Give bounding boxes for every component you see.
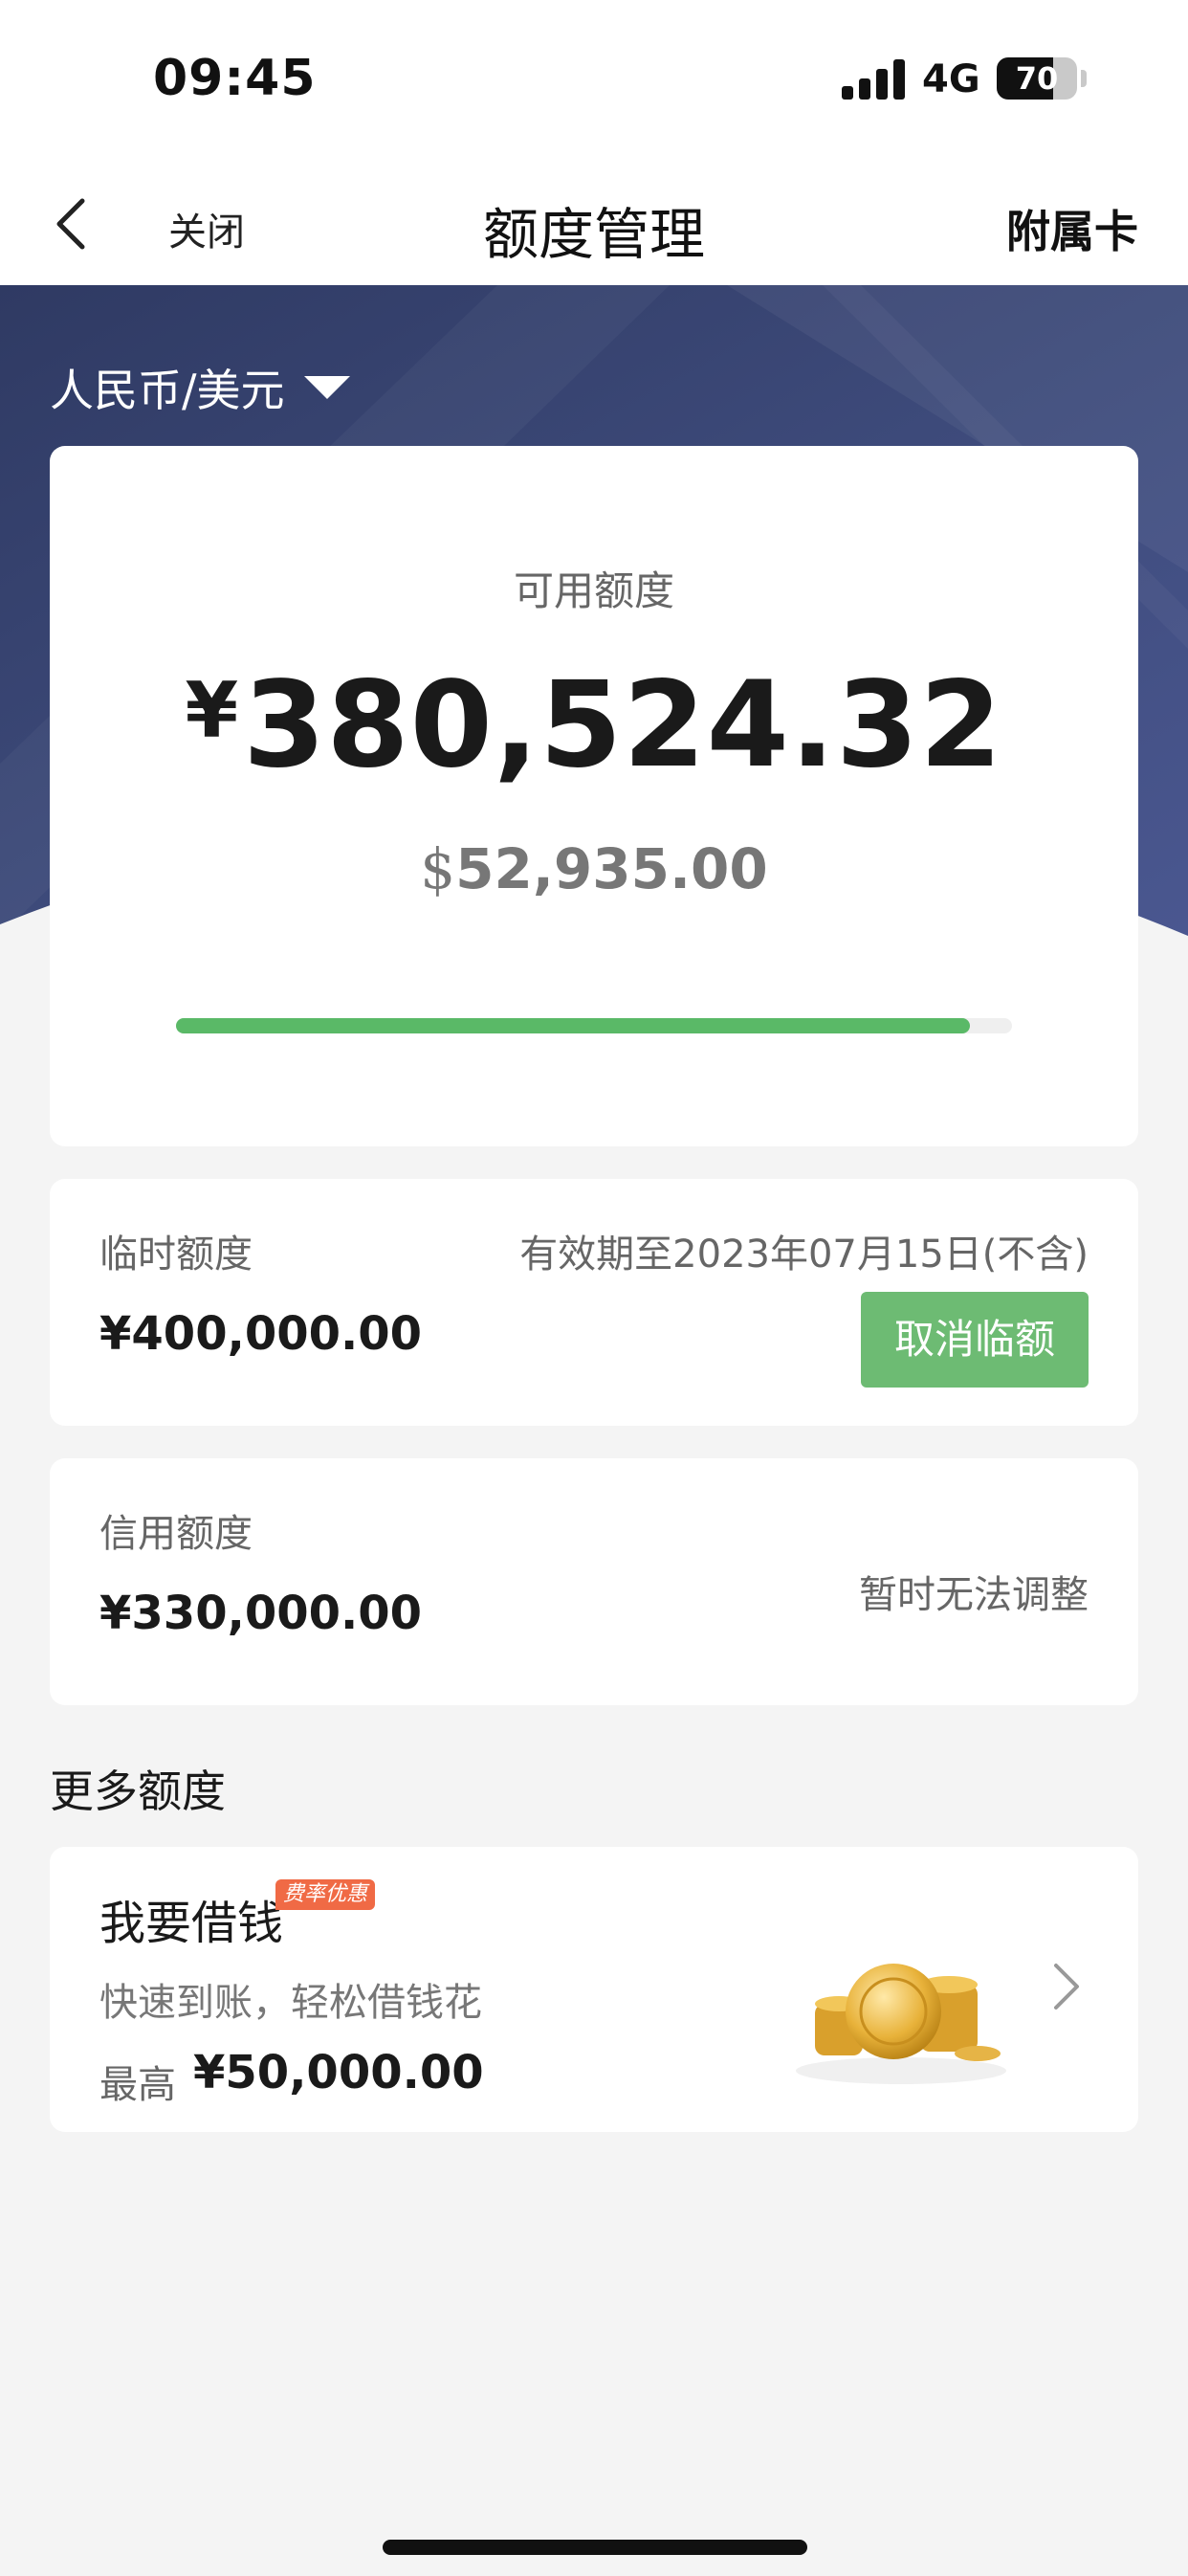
loan-max-label: 最高 bbox=[99, 2063, 176, 2107]
loan-subtitle: 快速到账，轻松借钱花 bbox=[99, 1981, 482, 2025]
battery-tip bbox=[1081, 70, 1087, 87]
chevron-right-icon bbox=[1054, 1964, 1079, 2010]
home-indicator[interactable] bbox=[383, 2540, 807, 2555]
credit-limit-card: 信用额度 ¥330,000.00 暂时无法调整 bbox=[50, 1458, 1138, 1705]
battery-icon: 70 bbox=[997, 57, 1077, 100]
temporary-limit-card: 临时额度 有效期至2023年07月15日(不含) ¥400,000.00 取消临… bbox=[50, 1179, 1138, 1426]
credit-limit-note: 暂时无法调整 bbox=[859, 1573, 1089, 1617]
temporary-limit-amount: ¥400,000.00 bbox=[99, 1307, 423, 1361]
usd-symbol: $ bbox=[420, 836, 456, 901]
screen: 09:45 4G 70 关闭 额度管理 附属卡 人民币/美元 可用额度 ¥380… bbox=[0, 0, 1188, 2576]
credit-limit-amount: ¥330,000.00 bbox=[99, 1587, 423, 1640]
usd-amount: 52,935.00 bbox=[455, 836, 768, 901]
available-limit-card: 可用额度 ¥380,524.32 $52,935.00 bbox=[50, 446, 1138, 1146]
more-limits-title: 更多额度 bbox=[50, 1765, 226, 1817]
status-bar: 09:45 4G 70 bbox=[0, 0, 1188, 163]
network-type: 4G bbox=[922, 57, 980, 101]
gold-coins-icon bbox=[796, 1964, 1006, 2084]
loan-card[interactable]: 我要借钱 费率优惠 快速到账，轻松借钱花 最高 ¥50,000.00 bbox=[50, 1847, 1138, 2132]
triangle-down-icon bbox=[303, 376, 350, 399]
cny-amount: 380,524.32 bbox=[243, 656, 1003, 794]
status-time: 09:45 bbox=[153, 50, 317, 107]
supplementary-card-button[interactable]: 附属卡 bbox=[1006, 197, 1138, 260]
loan-max-amount: ¥50,000.00 bbox=[193, 2046, 484, 2099]
nav-bar: 关闭 额度管理 附属卡 bbox=[0, 163, 1188, 285]
currency-selector[interactable]: 人民币/美元 bbox=[50, 356, 350, 419]
limit-progress-bar bbox=[176, 1018, 1012, 1033]
loan-badge: 费率优惠 bbox=[275, 1879, 376, 1910]
temporary-limit-validity: 有效期至2023年07月15日(不含) bbox=[519, 1232, 1089, 1277]
loan-title: 我要借钱 bbox=[99, 1897, 284, 1950]
battery-level: 70 bbox=[1015, 60, 1059, 97]
cny-symbol: ¥ bbox=[185, 666, 240, 755]
available-limit-label: 可用额度 bbox=[513, 567, 674, 614]
limit-progress-fill bbox=[176, 1018, 971, 1033]
currency-label: 人民币/美元 bbox=[50, 365, 285, 416]
available-limit-cny: ¥380,524.32 bbox=[50, 656, 1138, 794]
cancel-temporary-limit-button[interactable]: 取消临额 bbox=[861, 1292, 1089, 1388]
signal-icon bbox=[842, 59, 907, 100]
credit-limit-label: 信用额度 bbox=[99, 1512, 253, 1556]
available-limit-usd: $52,935.00 bbox=[50, 836, 1138, 901]
temporary-limit-label: 临时额度 bbox=[99, 1232, 253, 1277]
